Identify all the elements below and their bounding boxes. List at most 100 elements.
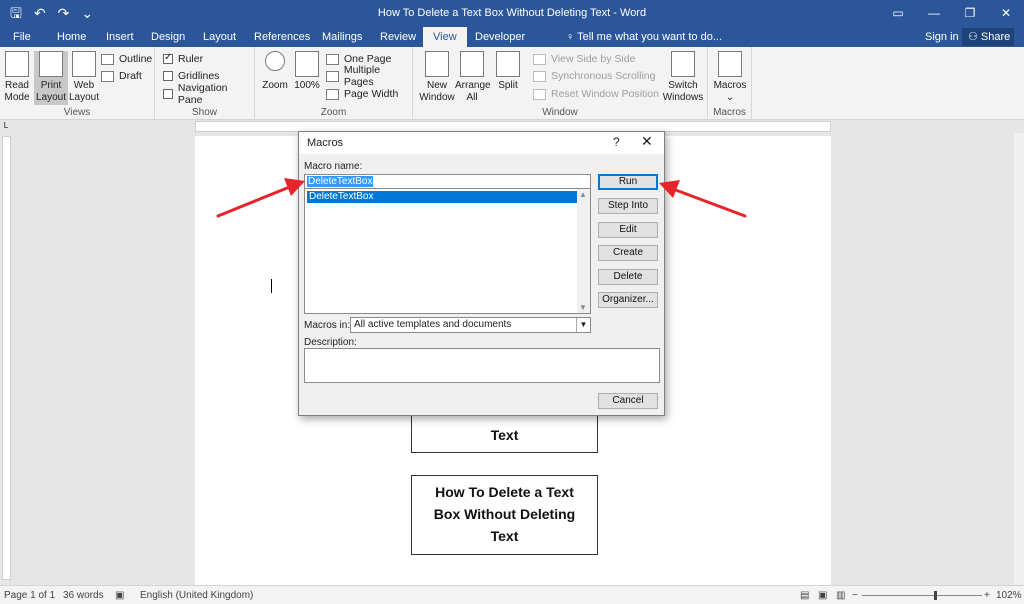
ruler-checkbox[interactable]: Ruler: [163, 51, 203, 67]
checkbox-icon: [163, 71, 173, 81]
share-button[interactable]: ⚇ Share: [962, 28, 1014, 46]
list-scrollbar[interactable]: ▲ ▼: [577, 189, 590, 313]
page-width-button[interactable]: Page Width: [326, 86, 398, 102]
title-bar: 🖫 ↶ ↷ ⌄ How To Delete a Text Box Without…: [0, 0, 1024, 27]
macro-list[interactable]: DeleteTextBox ▲ ▼: [304, 188, 591, 314]
zoom-out-icon[interactable]: −: [852, 590, 858, 601]
group-macros: Macros ⌄ Macros: [708, 47, 752, 120]
page-width-icon: [326, 88, 339, 100]
tab-view[interactable]: View: [423, 27, 467, 47]
zoom-button[interactable]: Zoom: [260, 51, 290, 92]
group-label: Window: [542, 107, 578, 118]
draft-button[interactable]: Draft: [101, 68, 142, 84]
step-into-button[interactable]: Step Into: [598, 198, 658, 214]
print-layout-icon: [39, 51, 63, 77]
description-label: Description:: [304, 337, 357, 348]
cancel-button[interactable]: Cancel: [598, 393, 658, 409]
scroll-up-icon[interactable]: ▲: [579, 190, 587, 199]
one-page-icon: [326, 53, 339, 65]
delete-button[interactable]: Delete: [598, 269, 658, 285]
switch-windows-button[interactable]: Switch Windows: [661, 51, 705, 104]
macros-icon: [718, 51, 742, 77]
new-window-icon: [425, 51, 449, 77]
organizer-button[interactable]: Organizer...: [598, 292, 658, 308]
tab-layout[interactable]: Layout: [196, 27, 243, 47]
zoom-100-button[interactable]: 100%: [293, 51, 321, 92]
tab-review[interactable]: Review: [373, 27, 423, 47]
new-window-button[interactable]: New Window: [418, 51, 456, 104]
list-item[interactable]: DeleteTextBox: [307, 191, 577, 203]
ribbon-display-icon[interactable]: ▭: [880, 0, 916, 27]
reset-window-position-button[interactable]: Reset Window Position: [533, 86, 659, 102]
tab-developer[interactable]: Developer: [468, 27, 532, 47]
proofing-icon[interactable]: ▣: [115, 590, 124, 601]
read-mode-icon: [5, 51, 29, 77]
macros-in-value: All active templates and documents: [354, 319, 512, 330]
zoom-slider[interactable]: [862, 595, 982, 596]
print-layout-button[interactable]: Print Layout: [34, 51, 68, 105]
macros-in-label: Macros in:: [304, 320, 351, 331]
outline-button[interactable]: Outline: [101, 51, 152, 67]
tab-references[interactable]: References: [247, 27, 317, 47]
help-icon[interactable]: ?: [613, 135, 620, 149]
close-icon[interactable]: ✕: [641, 133, 653, 150]
view-side-by-side-button[interactable]: View Side by Side: [533, 51, 635, 67]
web-layout-button[interactable]: Web Layout: [69, 51, 99, 104]
macro-name-label: Macro name:: [304, 161, 363, 172]
split-button[interactable]: Split: [493, 51, 523, 92]
group-views: Read Mode Print Layout Web Layout Outlin…: [0, 47, 155, 120]
chevron-down-icon[interactable]: ▼: [576, 318, 590, 332]
switch-windows-icon: [671, 51, 695, 77]
navigation-pane-checkbox[interactable]: Navigation Pane: [163, 82, 254, 106]
chevron-down-icon: ⌄: [725, 92, 735, 103]
group-zoom: Zoom 100% One Page Multiple Pages Page W…: [255, 47, 413, 120]
arrange-all-icon: [460, 51, 484, 77]
group-window: New Window Arrange All Split View Side b…: [413, 47, 708, 120]
macros-in-select[interactable]: All active templates and documents ▼: [350, 317, 591, 333]
text-box-text: How To Delete a Text Box Without Deletin…: [433, 484, 576, 544]
ribbon: Read Mode Print Layout Web Layout Outlin…: [0, 47, 1024, 120]
language-indicator[interactable]: English (United Kingdom): [140, 590, 253, 601]
run-button[interactable]: Run: [598, 174, 658, 190]
window-controls: ▭ — ❐ ✕: [880, 0, 1024, 27]
tab-home[interactable]: Home: [50, 27, 93, 47]
multiple-pages-icon: [326, 70, 339, 82]
tab-insert[interactable]: Insert: [99, 27, 141, 47]
zoom-in-icon[interactable]: +: [984, 590, 990, 601]
zoom-level[interactable]: 102%: [996, 590, 1022, 601]
zoom-slider-thumb[interactable]: [934, 591, 937, 600]
share-icon: ⚇: [968, 31, 981, 43]
synchronous-scrolling-button[interactable]: Synchronous Scrolling: [533, 68, 655, 84]
vertical-ruler[interactable]: [2, 136, 11, 580]
scroll-down-icon[interactable]: ▼: [579, 303, 587, 312]
read-mode-button[interactable]: Read Mode: [2, 51, 32, 104]
multiple-pages-button[interactable]: Multiple Pages: [326, 64, 412, 88]
arrange-all-button[interactable]: Arrange All: [455, 51, 491, 104]
tab-file[interactable]: File: [6, 27, 38, 47]
group-label: Zoom: [320, 107, 347, 118]
group-label: Show: [191, 107, 217, 118]
restore-icon[interactable]: ❐: [952, 0, 988, 27]
print-layout-view-icon[interactable]: ▣: [818, 590, 827, 601]
read-mode-view-icon[interactable]: ▤: [800, 590, 809, 601]
sign-in-link[interactable]: Sign in: [925, 27, 959, 47]
macros-button[interactable]: Macros ⌄: [712, 51, 748, 104]
reset-window-icon: [533, 88, 546, 100]
split-icon: [496, 51, 520, 77]
outline-icon: [101, 53, 114, 65]
tab-selector[interactable]: L: [0, 121, 12, 133]
group-label: Views: [63, 107, 91, 118]
create-button[interactable]: Create: [598, 245, 658, 261]
web-layout-view-icon[interactable]: ▥: [836, 590, 845, 601]
vertical-scrollbar[interactable]: [1014, 133, 1024, 585]
text-box-lower[interactable]: How To Delete a Text Box Without Deletin…: [411, 475, 598, 555]
edit-button[interactable]: Edit: [598, 222, 658, 238]
tab-design[interactable]: Design: [144, 27, 192, 47]
tab-mailings[interactable]: Mailings: [315, 27, 369, 47]
minimize-icon[interactable]: —: [916, 0, 952, 27]
word-count[interactable]: 36 words: [63, 590, 104, 601]
close-icon[interactable]: ✕: [988, 0, 1024, 27]
macros-dialog: Macros ? ✕ Macro name: DeleteTextBox Del…: [298, 131, 665, 416]
page-count[interactable]: Page 1 of 1: [4, 590, 55, 601]
tell-me-search[interactable]: ♀ Tell me what you want to do...: [566, 27, 722, 47]
